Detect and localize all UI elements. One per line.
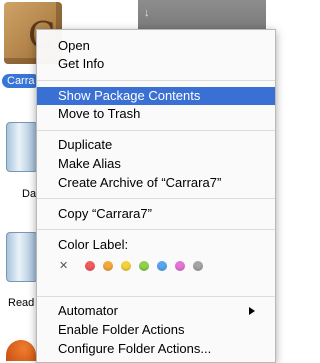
window-toolbar: ↓ <box>138 0 266 30</box>
menu-separator <box>37 80 275 81</box>
folder-icon[interactable] <box>6 232 38 282</box>
menu-item-make-alias[interactable]: Make Alias <box>37 155 275 173</box>
menu-item-duplicate[interactable]: Duplicate <box>37 136 275 154</box>
menu-separator <box>37 130 275 131</box>
menu-item-get-info[interactable]: Get Info <box>37 55 275 73</box>
gray-label-swatch[interactable] <box>193 261 203 271</box>
folder-icon[interactable] <box>6 122 38 172</box>
selected-item-label[interactable]: Carra <box>2 74 40 88</box>
menu-item-enable-folder-actions[interactable]: Enable Folder Actions <box>37 321 275 339</box>
menu-separator <box>37 296 275 297</box>
menu-separator <box>37 229 275 230</box>
x-icon[interactable]: ✕ <box>59 259 68 273</box>
menu-item-copy[interactable]: Copy “Carrara7” <box>37 205 275 223</box>
menu-item-color-label: Color Label: <box>58 237 129 252</box>
menu-item-automator-label: Automator <box>58 303 118 318</box>
blue-label-swatch[interactable] <box>157 261 167 271</box>
green-label-swatch[interactable] <box>139 261 149 271</box>
folder-label[interactable]: Da <box>22 188 36 201</box>
folder-label[interactable]: Read <box>8 297 34 310</box>
chevron-right-icon <box>249 307 255 315</box>
yellow-label-swatch[interactable] <box>121 261 131 271</box>
menu-item-show-package-contents[interactable]: Show Package Contents <box>37 87 275 105</box>
menu-item-automator[interactable]: Automator <box>37 302 275 320</box>
red-label-swatch[interactable] <box>85 261 95 271</box>
menu-item-move-to-trash[interactable]: Move to Trash <box>37 105 275 123</box>
menu-item-configure-folder-actions[interactable]: Configure Folder Actions... <box>37 340 275 358</box>
context-menu: Open Get Info Show Package Contents Move… <box>36 29 276 363</box>
down-arrow-icon[interactable]: ↓ <box>144 6 156 20</box>
menu-item-create-archive[interactable]: Create Archive of “Carrara7” <box>37 174 275 192</box>
purple-label-swatch[interactable] <box>175 261 185 271</box>
menu-item-open[interactable]: Open <box>37 37 275 55</box>
orange-label-swatch[interactable] <box>103 261 113 271</box>
menu-separator <box>37 198 275 199</box>
